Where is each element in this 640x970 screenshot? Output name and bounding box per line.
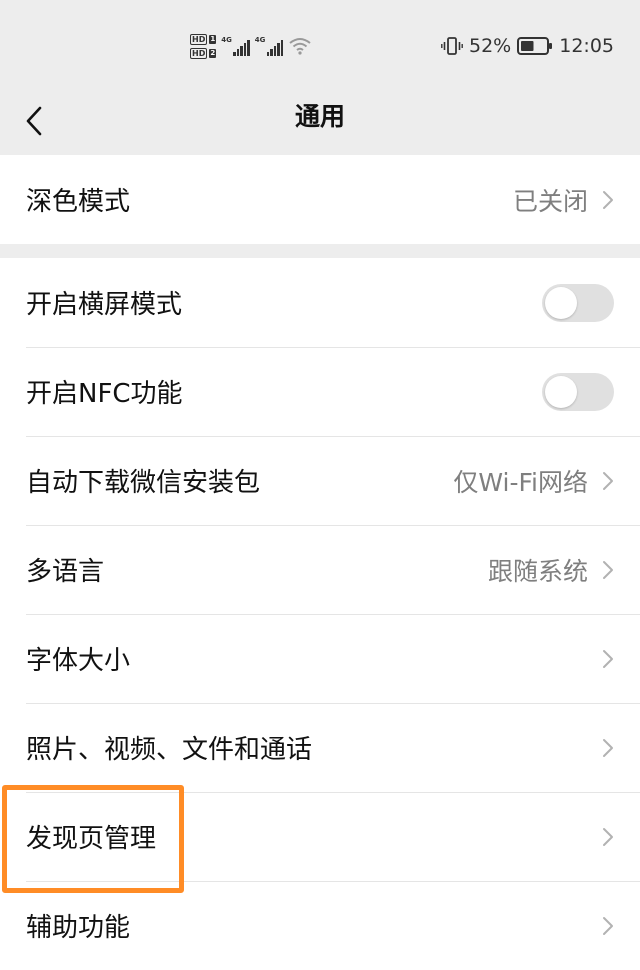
status-bar: HD 1 HD 2 4G 4G 52% 12:05 — [0, 0, 640, 90]
dark-mode-row[interactable]: 深色模式 已关闭 — [0, 155, 640, 244]
hd-badge: HD — [190, 47, 208, 59]
chevron-right-icon — [603, 649, 613, 668]
font-size-row[interactable]: 字体大小 — [0, 614, 640, 703]
row-label: 字体大小 — [26, 646, 131, 676]
status-indicators-right: 52% 12:05 — [441, 30, 614, 62]
row-value: 已关闭 — [512, 186, 588, 216]
chevron-right-icon — [603, 560, 613, 579]
sim2-indicator: HD 2 — [190, 47, 217, 59]
status-indicators-left: HD 1 HD 2 4G 4G — [190, 28, 312, 64]
media-row[interactable]: 照片、视频、文件和通话 — [0, 703, 640, 792]
landscape-mode-toggle[interactable] — [542, 283, 614, 322]
row-label: 开启横屏模式 — [26, 290, 183, 320]
auto-download-row[interactable]: 自动下载微信安装包 仅Wi-Fi网络 — [0, 436, 640, 525]
language-row[interactable]: 多语言 跟随系统 — [0, 525, 640, 614]
settings-group-general: 开启横屏模式 开启NFC功能 自动下载微信安装包 仅Wi-Fi网络 多语言 跟随… — [0, 258, 640, 970]
chevron-right-icon — [603, 827, 613, 846]
landscape-mode-row: 开启横屏模式 — [0, 258, 640, 347]
navigation-bar: 通用 — [0, 90, 640, 153]
clock-time: 12:05 — [559, 35, 614, 57]
battery-icon — [517, 37, 553, 55]
row-label: 发现页管理 — [26, 824, 157, 854]
row-label: 照片、视频、文件和通话 — [26, 735, 313, 765]
wifi-icon — [289, 38, 311, 55]
sim-number: 1 — [209, 34, 217, 44]
signal-icon: 4G — [221, 36, 250, 56]
row-label: 辅助功能 — [26, 913, 131, 943]
row-label: 深色模式 — [26, 187, 131, 217]
row-value: 仅Wi-Fi网络 — [453, 467, 588, 497]
chevron-right-icon — [603, 471, 613, 490]
network-type: 4G — [254, 36, 266, 44]
nfc-row: 开启NFC功能 — [0, 347, 640, 436]
sim-number: 2 — [209, 48, 217, 58]
accessibility-row[interactable]: 辅助功能 — [0, 881, 640, 970]
row-value: 跟随系统 — [487, 556, 588, 586]
hd-badge: HD — [190, 33, 208, 45]
settings-group-display: 深色模式 已关闭 — [0, 155, 640, 244]
vibrate-icon — [441, 37, 463, 55]
battery-percent: 52% — [469, 35, 512, 57]
sim-indicators: HD 1 HD 2 — [190, 33, 217, 59]
signal-icon: 4G — [255, 36, 284, 56]
row-label: 多语言 — [26, 557, 105, 587]
sim1-indicator: HD 1 — [190, 33, 217, 45]
nfc-toggle[interactable] — [542, 372, 614, 411]
chevron-right-icon — [603, 738, 613, 757]
chevron-right-icon — [603, 190, 613, 209]
chevron-right-icon — [603, 916, 613, 935]
network-type: 4G — [221, 36, 232, 44]
row-label: 开启NFC功能 — [26, 379, 183, 409]
discover-page-row[interactable]: 发现页管理 — [0, 792, 640, 881]
row-label: 自动下载微信安装包 — [26, 468, 261, 498]
page-title: 通用 — [294, 102, 345, 131]
